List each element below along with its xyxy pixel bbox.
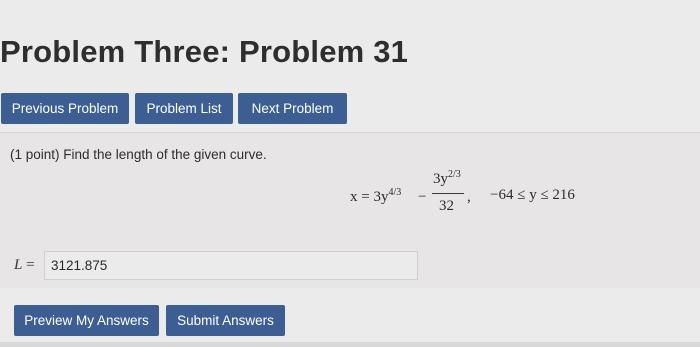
equation-lhs: x = 3y4/3: [350, 187, 402, 206]
equation-denominator: 32: [439, 198, 454, 214]
equation-numerator-base: 3y: [433, 171, 448, 187]
equation-numerator-exponent: 2/3: [448, 169, 461, 180]
fraction-bar: [432, 193, 464, 194]
equation-range: −64 ≤ y ≤ 216: [490, 187, 575, 203]
curve-equation: x = 3y4/3 − 3y2/3 32 , −64 ≤ y ≤ 216: [350, 169, 610, 225]
preview-answers-button[interactable]: Preview My Answers: [14, 305, 159, 336]
submit-answers-button[interactable]: Submit Answers: [166, 305, 285, 336]
equation-minus: −: [418, 189, 427, 205]
problem-prompt: (1 point) Find the length of the given c…: [10, 147, 267, 162]
equation-comma: ,: [467, 189, 471, 205]
equation-numerator: 3y2/3: [433, 169, 461, 188]
equation-lhs-base: x = 3y: [350, 189, 389, 205]
problem-list-button[interactable]: Problem List: [135, 93, 233, 124]
page-title: Problem Three: Problem 31: [0, 34, 409, 69]
bottom-divider: [0, 342, 700, 347]
problem-body: (1 point) Find the length of the given c…: [0, 132, 700, 288]
answer-input[interactable]: [44, 251, 418, 280]
previous-problem-button[interactable]: Previous Problem: [1, 93, 129, 124]
next-problem-button[interactable]: Next Problem: [238, 93, 347, 124]
answer-equals: =: [26, 257, 35, 273]
answer-variable: L: [14, 257, 23, 273]
equation-lhs-exponent: 4/3: [388, 187, 402, 198]
answer-label: L =: [14, 257, 35, 274]
